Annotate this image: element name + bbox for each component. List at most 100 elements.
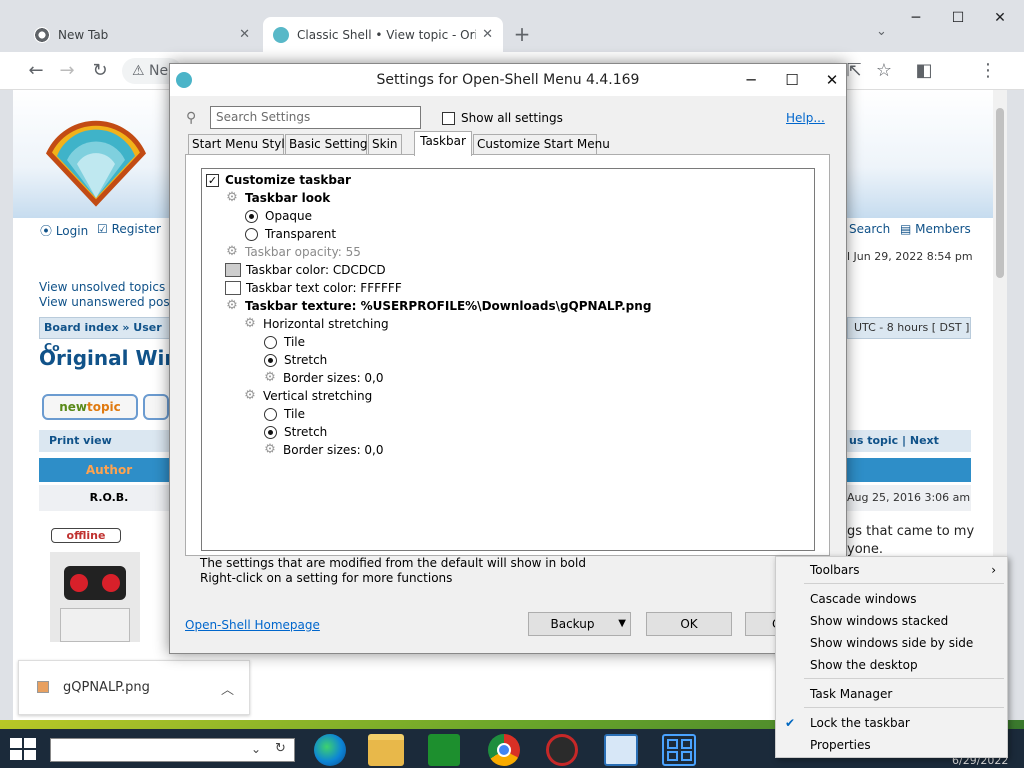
tab-skin[interactable]: Skin bbox=[368, 134, 402, 155]
show-all-checkbox[interactable]: Show all settings bbox=[442, 111, 563, 125]
radio-unselected[interactable] bbox=[264, 335, 277, 349]
chrome-icon bbox=[34, 26, 50, 43]
chevron-down-icon[interactable]: ⌄ bbox=[251, 742, 261, 756]
refresh-icon[interactable]: ↻ bbox=[275, 741, 286, 756]
tab-start-menu-style[interactable]: Start Menu Style bbox=[188, 134, 292, 155]
windows-start-icon[interactable] bbox=[10, 738, 38, 762]
search-input[interactable]: Search Settings bbox=[210, 106, 421, 129]
previous-topic-link[interactable]: us topic bbox=[849, 434, 898, 447]
tab-customize-start-menu[interactable]: Customize Start Menu bbox=[473, 134, 610, 155]
menu-item-properties[interactable]: Properties bbox=[777, 734, 1006, 756]
tab-strip: New Tab ✕ Classic Shell • View topic - O… bbox=[0, 0, 1024, 52]
chrome-taskbar-icon[interactable] bbox=[488, 734, 520, 766]
new-topic-button[interactable]: newtopic bbox=[42, 394, 138, 420]
h-stretch-option[interactable]: Stretch bbox=[264, 351, 327, 369]
taskbar-text-color-setting[interactable]: Taskbar text color: FFFFFF bbox=[225, 279, 402, 297]
menu-item-stacked[interactable]: Show windows stacked bbox=[777, 610, 1006, 632]
header-bar bbox=[847, 458, 971, 482]
members-link[interactable]: ▤ Members bbox=[900, 222, 971, 236]
minimize-icon[interactable]: ─ bbox=[896, 10, 936, 36]
topic-nav: us topic | Next topic bbox=[847, 430, 971, 469]
register-link[interactable]: ☑ Register bbox=[97, 222, 161, 236]
transparent-option[interactable]: Transparent bbox=[245, 225, 336, 243]
taskbar-color-setting[interactable]: Taskbar color: CDCDCD bbox=[225, 261, 386, 279]
unsolved-link[interactable]: View unsolved topics bbox=[39, 280, 165, 294]
v-stretch-option[interactable]: Stretch bbox=[264, 423, 327, 441]
bookmark-star-icon[interactable]: ☆ bbox=[872, 59, 896, 83]
radio-selected[interactable] bbox=[264, 425, 277, 439]
ok-button[interactable]: OK bbox=[646, 612, 732, 636]
task-view-icon[interactable] bbox=[662, 734, 696, 766]
close-icon[interactable]: ✕ bbox=[482, 27, 493, 42]
tab-basic-settings[interactable]: Basic Settings bbox=[285, 134, 374, 155]
tab-title: Classic Shell • View topic - Origin bbox=[297, 27, 477, 42]
file-explorer-icon[interactable] bbox=[368, 734, 404, 766]
help-link[interactable]: Help... bbox=[786, 111, 825, 125]
app-icon[interactable] bbox=[546, 734, 578, 766]
gear-icon: ⚙ bbox=[264, 442, 276, 457]
vertical-stretching-setting[interactable]: ⚙ Vertical stretching bbox=[243, 387, 372, 405]
search-link[interactable]: Search bbox=[849, 222, 890, 236]
current-date: l Jun 29, 2022 8:54 pm bbox=[847, 250, 973, 263]
tab-new-tab[interactable]: New Tab ✕ bbox=[24, 17, 260, 52]
timezone: UTC - 8 hours [ DST ] bbox=[847, 317, 971, 339]
menu-item-lock-taskbar[interactable]: ✔ Lock the taskbar bbox=[777, 712, 1006, 734]
menu-item-show-desktop[interactable]: Show the desktop bbox=[777, 654, 1006, 676]
menu-item-cascade[interactable]: Cascade windows bbox=[777, 588, 1006, 610]
v-border-sizes-setting[interactable]: ⚙ Border sizes: 0,0 bbox=[263, 441, 383, 459]
radio-unselected[interactable] bbox=[264, 407, 277, 421]
side-panel-icon[interactable]: ◧ bbox=[912, 59, 936, 83]
unanswered-link[interactable]: View unanswered posts bbox=[39, 295, 181, 309]
info-text-1: The settings that are modified from the … bbox=[200, 556, 586, 570]
taskbar-look-setting[interactable]: ⚙ Taskbar look bbox=[225, 189, 330, 207]
forward-icon[interactable]: → bbox=[55, 59, 79, 83]
menu-item-side-by-side[interactable]: Show windows side by side bbox=[777, 632, 1006, 654]
offline-badge: offline bbox=[51, 528, 121, 543]
show-all-label: Show all settings bbox=[461, 111, 563, 125]
menu-item-toolbars[interactable]: Toolbars › bbox=[777, 559, 1006, 581]
v-tile-option[interactable]: Tile bbox=[264, 405, 305, 423]
taskbar-search-input[interactable]: ⌄ ↻ bbox=[50, 738, 295, 762]
opaque-option[interactable]: Opaque bbox=[245, 207, 312, 225]
radio-unselected[interactable] bbox=[245, 227, 258, 241]
download-item[interactable]: gQPNALP.png ︿ bbox=[18, 660, 250, 715]
menu-icon[interactable]: ⋮ bbox=[976, 59, 1000, 83]
scrollbar-thumb[interactable] bbox=[996, 108, 1004, 278]
taskbar-opacity-setting[interactable]: ⚙ Taskbar opacity: 55 bbox=[225, 243, 361, 261]
maximize-icon[interactable]: ☐ bbox=[777, 68, 807, 92]
taskbar-texture-setting[interactable]: ⚙ Taskbar texture: %USERPROFILE%\Download… bbox=[225, 297, 651, 315]
checkbox-box[interactable] bbox=[442, 111, 455, 125]
radio-selected[interactable] bbox=[245, 209, 258, 223]
radio-selected[interactable] bbox=[264, 353, 277, 367]
tab-search-icon[interactable]: ⌄ bbox=[876, 24, 887, 39]
control-panel-icon[interactable] bbox=[604, 734, 638, 766]
reload-icon[interactable]: ↻ bbox=[88, 59, 112, 83]
close-icon[interactable]: ✕ bbox=[239, 27, 250, 42]
close-window-icon[interactable]: ✕ bbox=[980, 10, 1020, 36]
checkbox-checked[interactable]: ✓ bbox=[206, 173, 219, 187]
close-icon[interactable]: ✕ bbox=[817, 68, 847, 92]
maximize-icon[interactable]: ☐ bbox=[938, 10, 978, 36]
login-icon: ⦿ bbox=[40, 224, 56, 238]
tab-taskbar[interactable]: Taskbar bbox=[414, 131, 472, 156]
login-link[interactable]: ⦿ Login bbox=[40, 222, 88, 239]
print-view-link[interactable]: Print view bbox=[39, 430, 179, 452]
h-border-sizes-setting[interactable]: ⚙ Border sizes: 0,0 bbox=[263, 369, 383, 387]
customize-taskbar-setting[interactable]: ✓ Customize taskbar bbox=[206, 171, 351, 189]
author-name: R.O.B. bbox=[39, 485, 179, 511]
reply-button[interactable] bbox=[143, 394, 169, 420]
chevron-up-icon[interactable]: ︿ bbox=[221, 679, 234, 698]
new-tab-button[interactable]: + bbox=[510, 22, 534, 46]
checkmark-icon: ✔ bbox=[785, 716, 796, 730]
horizontal-stretching-setting[interactable]: ⚙ Horizontal stretching bbox=[243, 315, 388, 333]
dialog-titlebar: Settings for Open-Shell Menu 4.4.169 ─ ☐… bbox=[170, 64, 846, 96]
homepage-link[interactable]: Open-Shell Homepage bbox=[185, 618, 320, 632]
edge-icon[interactable] bbox=[314, 734, 346, 766]
minimize-icon[interactable]: ─ bbox=[736, 68, 766, 92]
store-icon[interactable] bbox=[428, 734, 460, 766]
tab-classic-shell[interactable]: Classic Shell • View topic - Origin ✕ bbox=[263, 17, 503, 52]
back-icon[interactable]: ← bbox=[24, 59, 48, 83]
menu-item-task-manager[interactable]: Task Manager bbox=[777, 683, 1006, 705]
h-tile-option[interactable]: Tile bbox=[264, 333, 305, 351]
backup-button[interactable]: Backup ▼ bbox=[528, 612, 631, 636]
